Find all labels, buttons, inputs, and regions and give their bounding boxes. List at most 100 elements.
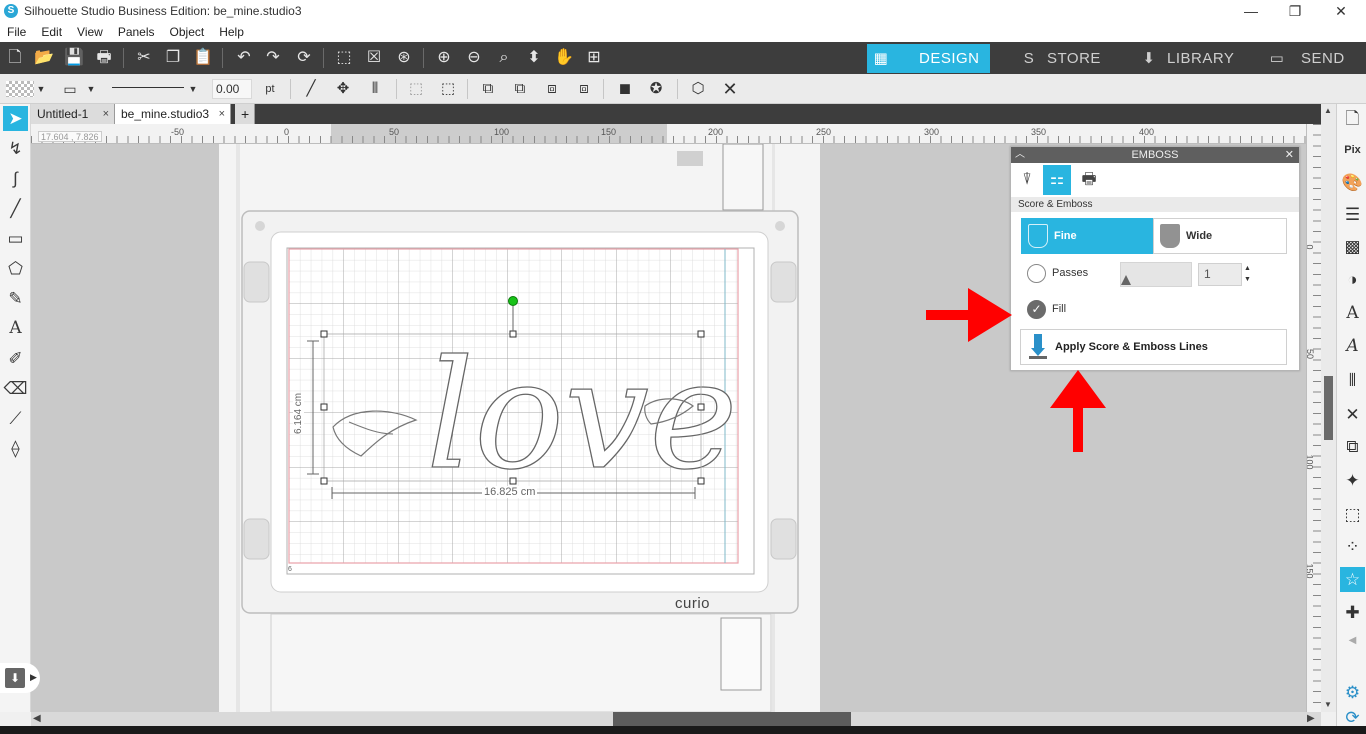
sketch-pen-icon[interactable]: ✐ — [3, 346, 28, 371]
new-file-icon[interactable]: 🗋 — [4, 47, 26, 69]
expand-arrow-icon[interactable]: ▶ — [30, 672, 37, 683]
tab-library[interactable]: ⬇ LIBRARY — [1135, 44, 1253, 73]
apply-score-emboss-button[interactable]: Apply Score & Emboss Lines — [1020, 329, 1287, 365]
menu-object[interactable]: Object — [163, 25, 213, 39]
curve-tool-icon[interactable]: ∫ — [3, 166, 28, 191]
close-button[interactable]: ✕ — [1318, 0, 1364, 22]
sketch-star-icon[interactable]: ☆ — [1340, 567, 1365, 592]
page-setup-icon[interactable]: 🗋 — [1340, 106, 1365, 131]
tab-store[interactable]: S STORE — [1015, 44, 1120, 73]
pixscan-icon[interactable]: Pix — [1340, 138, 1365, 163]
align-icon[interactable]: ⫴ — [364, 78, 386, 100]
settings-gear-icon[interactable]: ⚙ — [1340, 680, 1365, 705]
tab-send[interactable]: ▭ SEND — [1263, 44, 1363, 73]
tab-untitled-1[interactable]: Untitled-1 × — [31, 104, 115, 124]
tab-be-mine[interactable]: be_mine.studio3 × — [115, 104, 231, 124]
undo-icon[interactable]: ↶ — [233, 47, 255, 69]
scroll-down-arrow-icon[interactable]: ▼ — [1324, 700, 1332, 709]
panel-collapse-arrow-icon[interactable]: ◀ — [1340, 628, 1365, 653]
fine-option-button[interactable]: Fine — [1021, 218, 1153, 254]
text-tool-icon[interactable]: A — [3, 316, 28, 341]
star-shape-icon[interactable]: ✪ — [645, 78, 667, 100]
horizontal-scroll-thumb[interactable] — [613, 712, 851, 726]
line-style-icon[interactable]: ☰ — [1340, 202, 1365, 227]
tab-close-icon[interactable]: × — [103, 104, 109, 124]
bring-to-front-icon[interactable]: ⧉ — [477, 78, 499, 100]
eraser-icon[interactable]: ⌫ — [3, 376, 28, 401]
font-icon[interactable]: A — [1340, 334, 1365, 359]
3d-box-icon[interactable]: ⬡ — [687, 78, 709, 100]
scroll-right-arrow-icon[interactable]: ▶ — [1307, 712, 1315, 726]
deselect-icon[interactable]: ☒ — [363, 47, 385, 69]
minimize-button[interactable]: — — [1228, 0, 1274, 22]
redo-icon[interactable]: ↷ — [262, 47, 284, 69]
send-to-back-icon[interactable]: ⧉ — [509, 78, 531, 100]
bring-forward-icon[interactable]: ⧈ — [541, 78, 563, 100]
slider-knob-icon[interactable] — [1121, 275, 1131, 285]
fill-pattern-icon[interactable]: ▩ — [1340, 234, 1365, 259]
fit-to-page-icon[interactable]: ⬍ — [523, 47, 545, 69]
print-icon[interactable]: 🖶 — [93, 47, 115, 69]
passes-input[interactable]: 1 — [1198, 263, 1242, 286]
tab-emboss-tool[interactable]: ⍒ — [1013, 165, 1041, 195]
horizontal-scrollbar[interactable]: ◀ ▶ — [31, 712, 1321, 726]
zoom-out-icon[interactable]: ⊖ — [463, 47, 485, 69]
tab-print-icon[interactable]: 🖶 — [1075, 165, 1103, 195]
library-drawer-handle[interactable]: ⬇ ▶ — [0, 663, 40, 693]
polygon-tool-icon[interactable]: ⬠ — [3, 256, 28, 281]
save-icon[interactable]: 💾 — [63, 47, 85, 69]
panel-close-icon[interactable]: ✕ — [1285, 147, 1294, 163]
vertical-scrollbar[interactable]: ▲ ▼ — [1321, 104, 1336, 712]
tab-close-icon[interactable]: × — [219, 104, 225, 124]
menu-edit[interactable]: Edit — [34, 25, 70, 39]
fill-dropdown-arrow-icon[interactable]: ▼ — [36, 78, 46, 100]
line-style-preview[interactable] — [112, 87, 184, 88]
library-download-icon[interactable]: ⬇ — [5, 668, 25, 688]
eyedropper-icon[interactable]: ⟠ — [3, 436, 28, 461]
tab-score-emboss[interactable]: ⚏ — [1043, 165, 1071, 195]
text-style-icon[interactable]: A — [1340, 301, 1365, 326]
pan-hand-icon[interactable]: ✋ — [553, 47, 575, 69]
select-all-icon[interactable]: ⬚ — [333, 47, 355, 69]
copy-icon[interactable]: ❐ — [162, 47, 184, 69]
passes-radio[interactable] — [1027, 264, 1046, 283]
pencil-icon[interactable]: ✎ — [3, 286, 28, 311]
paste-icon[interactable]: 📋 — [192, 47, 214, 69]
replicate-icon[interactable]: ⧉ — [1340, 434, 1365, 459]
line-color-dropdown-icon[interactable]: ▼ — [86, 78, 96, 100]
send-backward-icon[interactable]: ⧈ — [573, 78, 595, 100]
menu-file[interactable]: File — [0, 25, 34, 39]
point-edit-icon[interactable]: ↯ — [3, 136, 28, 161]
menu-panels[interactable]: Panels — [111, 25, 163, 39]
new-tab-button[interactable]: + — [235, 104, 255, 124]
rectangle-tool-icon[interactable]: ▭ — [3, 226, 28, 251]
select-by-color-icon[interactable]: ⊛ — [393, 47, 415, 69]
modify-star-icon[interactable]: ✦ — [1340, 468, 1365, 493]
collapse-chevron-icon[interactable]: ︿ — [1015, 147, 1025, 163]
vertical-scroll-thumb[interactable] — [1324, 376, 1333, 440]
scroll-up-arrow-icon[interactable]: ▲ — [1324, 106, 1332, 115]
puzzle-icon[interactable]: ✚ — [1340, 600, 1365, 625]
line-tool-icon[interactable]: ╱ — [300, 78, 322, 100]
menu-help[interactable]: Help — [212, 25, 252, 39]
cut-icon[interactable]: ✂ — [133, 47, 155, 69]
panel-header[interactable]: ︿ EMBOSS ✕ — [1011, 147, 1299, 163]
zoom-selection-icon[interactable]: ⌕ — [493, 47, 515, 69]
ungroup-icon[interactable]: ⬚ — [437, 78, 459, 100]
weld-icon[interactable]: ◼ — [614, 78, 636, 100]
scroll-left-arrow-icon[interactable]: ◀ — [33, 712, 41, 726]
fill-palette-icon[interactable]: 🎨 — [1340, 170, 1365, 195]
transform-icon[interactable]: ✕ — [1340, 402, 1365, 427]
select-pointer-icon[interactable]: ➤ — [3, 106, 28, 131]
fill-color-swatch[interactable] — [6, 81, 34, 97]
wide-option-button[interactable]: Wide — [1153, 218, 1287, 254]
tab-design[interactable]: ▦ DESIGN — [867, 44, 990, 73]
zoom-fit-icon[interactable]: ⊞ — [583, 47, 605, 69]
delete-x-icon[interactable]: ✕ — [719, 78, 741, 100]
transparency-icon[interactable]: ◑ — [1340, 267, 1365, 292]
knife-icon[interactable]: ⟋ — [3, 406, 28, 431]
menu-view[interactable]: View — [70, 25, 111, 39]
zoom-in-icon[interactable]: ⊕ — [433, 47, 455, 69]
move-icon[interactable]: ✥ — [332, 78, 354, 100]
trace-icon[interactable]: ⁘ — [1340, 534, 1365, 559]
